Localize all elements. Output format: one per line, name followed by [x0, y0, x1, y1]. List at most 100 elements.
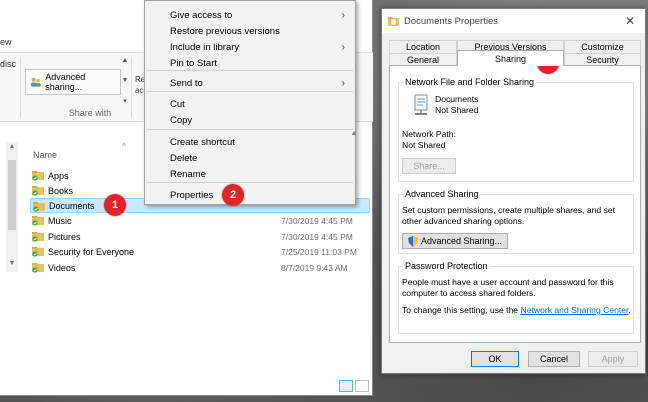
- context-menu-label: Pin to Start: [170, 57, 217, 69]
- password-protection-group: Password Protection People must have a u…: [398, 261, 634, 334]
- apply-button[interactable]: Apply: [588, 351, 638, 367]
- file-name: Videos: [48, 262, 76, 273]
- menu-separator: [147, 182, 353, 183]
- advanced-sharing-ribbon-button[interactable]: Advanced sharing...: [25, 69, 121, 95]
- file-row[interactable]: Videos 8/7/2019 9:43 AM: [30, 260, 370, 275]
- large-icons-view-icon[interactable]: [355, 380, 369, 392]
- submenu-arrow-icon: ›: [341, 77, 345, 89]
- context-menu-label: Restore previous versions: [170, 25, 280, 37]
- users-icon: [30, 77, 41, 87]
- group-title: Password Protection: [403, 261, 490, 271]
- advanced-sharing-button[interactable]: Advanced Sharing...: [402, 233, 508, 249]
- tab-sharing[interactable]: Sharing: [457, 50, 564, 66]
- submenu-arrow-icon: ›: [341, 41, 345, 53]
- chevron-up-icon[interactable]: ▲: [122, 57, 129, 64]
- password-protection-description: People must have a user account and pass…: [402, 277, 614, 298]
- share-button[interactable]: Share...: [402, 158, 456, 174]
- shared-folder-name: Documents: [435, 94, 479, 104]
- scroll-down-icon[interactable]: ▼: [6, 260, 18, 267]
- context-menu-label: Include in library: [170, 41, 240, 53]
- file-date-modified: 8/7/2019 9:43 AM: [281, 262, 348, 273]
- advanced-sharing-button-label: Advanced Sharing...: [420, 236, 503, 246]
- folder-icon: [32, 186, 44, 196]
- file-name: Documents: [49, 200, 95, 211]
- context-menu-item[interactable]: Restore previous versions: [145, 23, 355, 39]
- network-sharing-group: Network File and Folder Sharing Document…: [398, 77, 634, 182]
- dialog-title-bar: Documents Properties ✕: [382, 9, 645, 33]
- scroll-up-icon[interactable]: ▲: [350, 130, 358, 137]
- context-menu-label: Give access to: [170, 9, 233, 21]
- context-menu-item[interactable]: Send to ›: [145, 75, 355, 91]
- menu-separator: [147, 129, 353, 130]
- file-row[interactable]: Pictures 7/30/2019 4:45 PM: [30, 229, 370, 244]
- expand-icon[interactable]: ▾: [123, 97, 127, 105]
- sharing-panel: Network File and Folder Sharing Document…: [389, 65, 641, 343]
- context-menu-item[interactable]: Give access to ›: [145, 7, 355, 23]
- chevron-down-icon[interactable]: ▼: [122, 77, 129, 84]
- scrollbar-thumb[interactable]: [8, 160, 16, 230]
- ribbon-right-fragment: ac: [135, 86, 144, 95]
- shared-folder-status: Not Shared: [435, 105, 479, 115]
- context-menu-item[interactable]: Include in library ›: [145, 39, 355, 55]
- context-menu-item[interactable]: Rename: [145, 166, 355, 182]
- step-badge-1: 1: [104, 194, 126, 216]
- view-switcher: [339, 380, 369, 392]
- file-date-modified: 7/30/2019 4:45 PM: [281, 215, 353, 226]
- ribbon-gallery-scroll[interactable]: ▲ ▼ ▾: [121, 57, 129, 105]
- close-icon[interactable]: ✕: [625, 14, 635, 28]
- change-setting-prefix: To change this setting, use the: [402, 305, 519, 315]
- network-sharing-center-link[interactable]: Network and Sharing Center: [520, 305, 628, 315]
- navigation-scrollbar[interactable]: ▲ ▼: [6, 142, 18, 272]
- file-name: Books: [48, 185, 74, 196]
- cancel-button[interactable]: Cancel: [528, 351, 580, 367]
- advanced-sharing-group: Advanced Sharing Set custom permissions,…: [398, 189, 634, 254]
- details-view-icon[interactable]: [339, 380, 353, 392]
- column-header-name[interactable]: Name: [33, 150, 57, 160]
- change-setting-suffix: .: [628, 305, 631, 315]
- properties-dialog: Documents Properties ✕ Location Previous…: [381, 8, 646, 374]
- context-menu-label: Cut: [170, 98, 185, 110]
- file-date-modified: 7/25/2019 11:03 PM: [281, 246, 357, 257]
- videos-folder-icon: [32, 263, 44, 273]
- context-menu-item[interactable]: Create shortcut: [145, 134, 355, 150]
- file-name: Pictures: [48, 231, 81, 242]
- tab-location[interactable]: Location: [389, 40, 457, 53]
- file-name: Music: [48, 215, 72, 226]
- ribbon-left-fragment: disc: [0, 59, 17, 69]
- context-menu-label: Rename: [170, 168, 206, 180]
- file-row[interactable]: Music 7/30/2019 4:45 PM: [30, 213, 370, 228]
- pictures-folder-icon: [32, 232, 44, 242]
- context-menu-item[interactable]: Copy: [145, 112, 355, 128]
- folder-icon: [32, 171, 44, 181]
- documents-folder-icon: [388, 16, 399, 26]
- submenu-arrow-icon: ›: [341, 9, 345, 21]
- music-folder-icon: [32, 216, 44, 226]
- menu-separator: [147, 70, 353, 71]
- context-menu-item[interactable]: Pin to Start: [145, 55, 355, 71]
- file-row[interactable]: Security for Everyone 7/25/2019 11:03 PM: [30, 244, 370, 259]
- scroll-up-icon[interactable]: ▲: [6, 143, 18, 150]
- context-menu-label: Delete: [170, 152, 198, 164]
- step-badge-2: 2: [222, 184, 244, 206]
- documents-folder-icon: [33, 202, 45, 212]
- context-menu-item[interactable]: Delete: [145, 150, 355, 166]
- tab-customize[interactable]: Customize: [564, 40, 641, 53]
- menu-separator: [147, 91, 353, 92]
- context-menu-label: Create shortcut: [170, 136, 235, 148]
- ok-button[interactable]: OK: [471, 351, 519, 367]
- sort-caret-icon: ^: [122, 142, 126, 151]
- context-menu-item[interactable]: Cut: [145, 96, 355, 112]
- context-menu: Give access to › Restore previous versions…: [144, 0, 356, 205]
- context-menu-label: Copy: [170, 114, 193, 126]
- file-name: Apps: [48, 170, 69, 181]
- ribbon-tab-view[interactable]: ew: [0, 37, 12, 47]
- change-setting-text: To change this setting, use the Network …: [402, 305, 634, 316]
- folder-icon: [32, 247, 44, 257]
- context-menu-item[interactable]: Properties: [145, 187, 355, 203]
- network-folder-icon: [414, 94, 428, 115]
- network-path-label: Network Path:: [402, 129, 456, 139]
- advanced-sharing-description: Set custom permissions, create multiple …: [402, 205, 616, 226]
- file-date-modified: 7/30/2019 4:45 PM: [281, 231, 353, 242]
- ribbon-separator: [20, 57, 21, 117]
- context-menu-label: Send to: [170, 77, 203, 89]
